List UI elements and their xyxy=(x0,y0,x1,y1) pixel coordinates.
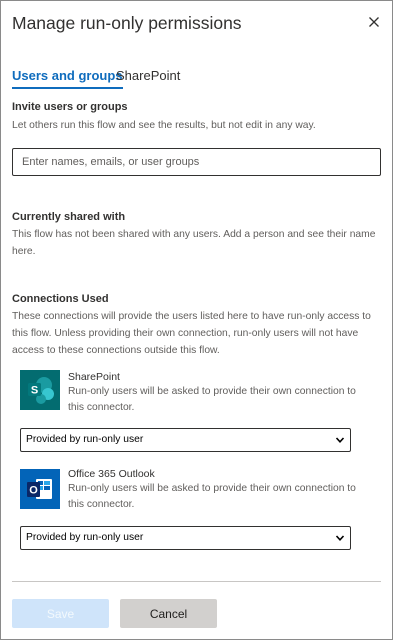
manage-permissions-panel: Manage run-only permissions Users and gr… xyxy=(0,0,393,640)
close-icon[interactable] xyxy=(366,14,382,30)
connection-name-sharepoint: SharePoint xyxy=(68,371,120,383)
connections-heading: Connections Used xyxy=(12,293,109,305)
tab-sharepoint[interactable]: SharePoint xyxy=(116,68,180,83)
invite-users-input[interactable] xyxy=(12,148,381,176)
connection-description-outlook: Run-only users will be asked to provide … xyxy=(68,483,356,510)
dialog-title: Manage run-only permissions xyxy=(12,13,242,33)
connection-name-outlook: Office 365 Outlook xyxy=(68,468,155,480)
save-button[interactable]: Save xyxy=(12,599,109,628)
outlook-icon: O xyxy=(20,469,60,509)
chevron-down-icon xyxy=(335,535,345,541)
shared-heading: Currently shared with xyxy=(12,211,126,223)
chevron-down-icon xyxy=(335,437,345,443)
outlook-select-value: Provided by run-only user xyxy=(26,532,144,543)
invite-heading: Invite users or groups xyxy=(12,101,128,113)
sharepoint-select-value: Provided by run-only user xyxy=(26,434,144,445)
svg-text:S: S xyxy=(31,385,38,397)
sharepoint-connection-select[interactable]: Provided by run-only user xyxy=(20,428,351,452)
tab-users-and-groups[interactable]: Users and groups xyxy=(12,68,123,89)
footer-divider xyxy=(12,581,381,582)
connection-description-sharepoint: Run-only users will be asked to provide … xyxy=(68,386,356,413)
connections-description: These connections will provide the users… xyxy=(12,311,371,356)
svg-text:O: O xyxy=(29,485,38,497)
invite-description: Let others run this flow and see the res… xyxy=(12,120,316,131)
outlook-connection-select[interactable]: Provided by run-only user xyxy=(20,526,351,550)
cancel-button[interactable]: Cancel xyxy=(120,599,217,628)
shared-description: This flow has not been shared with any u… xyxy=(12,229,376,257)
sharepoint-icon: S xyxy=(20,370,60,410)
